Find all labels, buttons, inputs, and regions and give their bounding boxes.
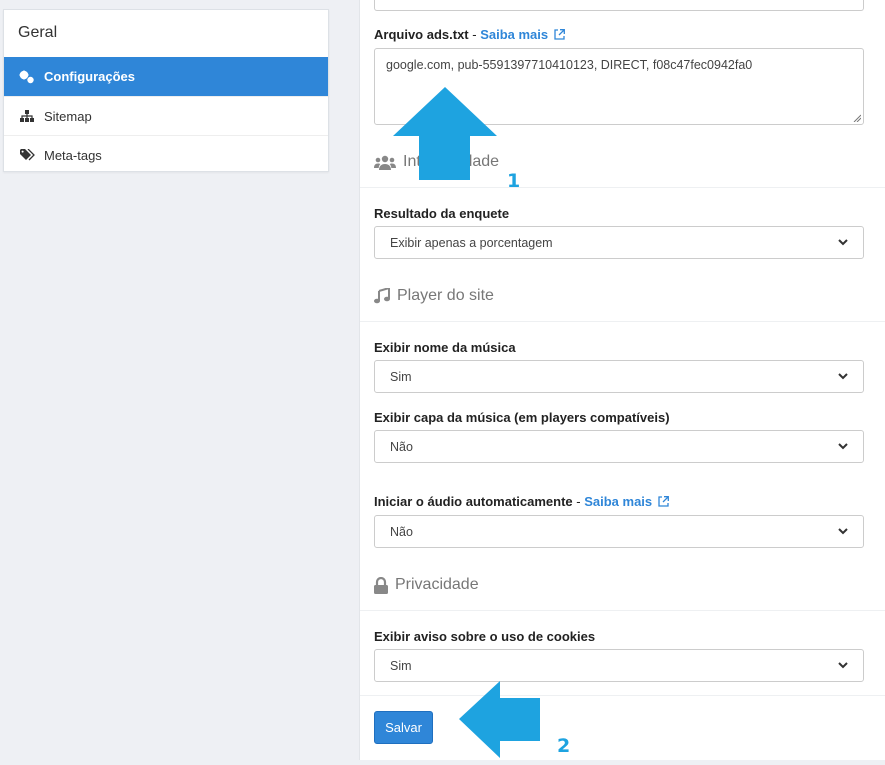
chevron-down-icon — [838, 239, 848, 246]
section-player: Player do site — [374, 287, 494, 305]
tags-icon — [18, 149, 36, 161]
sidebar-title: Geral — [18, 24, 58, 41]
poll-result-label: Resultado da enquete — [374, 206, 510, 221]
gears-icon — [18, 70, 36, 84]
cookie-notice-select[interactable]: Sim — [374, 649, 864, 682]
show-song-name-select[interactable]: Sim — [374, 360, 864, 393]
section-title: Player do site — [397, 287, 494, 304]
chevron-down-icon — [838, 443, 848, 450]
settings-sidebar: Geral Configurações Sitemap Meta-tags — [3, 9, 329, 172]
autoplay-select[interactable]: Não — [374, 515, 864, 548]
saiba-mais-link[interactable]: Saiba mais — [480, 27, 548, 42]
divider — [360, 321, 885, 322]
sidebar-item-label: Configurações — [44, 69, 136, 84]
annotation-arrow-up — [393, 87, 497, 180]
lock-icon — [374, 576, 388, 594]
divider — [360, 187, 885, 188]
external-link-icon — [658, 496, 669, 507]
sidebar-item-configuracoes[interactable]: Configurações — [4, 57, 328, 96]
ads-txt-label: Arquivo ads.txt - Saiba mais — [374, 27, 565, 42]
divider — [360, 695, 885, 696]
divider — [360, 610, 885, 611]
chevron-down-icon — [838, 662, 848, 669]
sidebar-item-meta-tags[interactable]: Meta-tags — [4, 135, 328, 174]
sidebar-item-sitemap[interactable]: Sitemap — [4, 96, 328, 135]
show-song-cover-select[interactable]: Não — [374, 430, 864, 463]
external-link-icon — [554, 29, 565, 40]
previous-field[interactable] — [374, 0, 864, 11]
poll-result-select[interactable]: Exibir apenas a porcentagem — [374, 226, 864, 259]
chevron-down-icon — [838, 528, 848, 535]
resize-handle-icon[interactable] — [853, 114, 861, 122]
autoplay-label: Iniciar o áudio automaticamente - Saiba … — [374, 494, 669, 509]
save-button[interactable]: Salvar — [374, 711, 433, 744]
annotation-number-1: 1 — [507, 170, 521, 192]
show-song-name-label: Exibir nome da música — [374, 340, 516, 355]
saiba-mais-link[interactable]: Saiba mais — [584, 494, 652, 509]
chevron-down-icon — [838, 373, 848, 380]
annotation-arrow-left — [459, 681, 540, 758]
annotation-number-2: 2 — [557, 735, 571, 757]
section-privacidade: Privacidade — [374, 576, 479, 594]
sidebar-item-label: Sitemap — [44, 108, 92, 124]
show-song-cover-label: Exibir capa da música (em players compat… — [374, 410, 670, 425]
section-title: Privacidade — [395, 576, 479, 593]
music-icon — [374, 288, 390, 304]
cookie-notice-label: Exibir aviso sobre o uso de cookies — [374, 629, 596, 644]
sitemap-icon — [18, 110, 36, 122]
sidebar-item-label: Meta-tags — [44, 147, 102, 163]
